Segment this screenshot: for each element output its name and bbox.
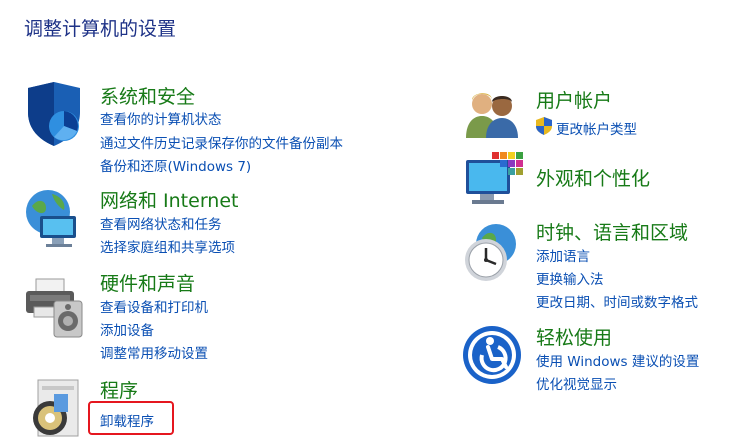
category-title-hardware-sound[interactable]: 硬件和声音 [100,269,195,296]
category-ease-of-access: 轻松使用 使用 Windows 建议的设置 优化视觉显示 [462,323,742,393]
link-add-language[interactable]: 添加语言 [536,245,590,265]
uac-shield-icon [536,117,552,139]
category-appearance: 外观和个性化 [462,152,742,212]
user-accounts-icon [462,88,522,144]
category-title-user-accounts[interactable]: 用户帐户 [536,86,612,113]
link-devices-printers[interactable]: 查看设备和打印机 [100,296,208,316]
link-homegroup-sharing[interactable]: 选择家庭组和共享选项 [100,236,235,256]
link-file-history-backup[interactable]: 通过文件历史记录保存你的文件备份副本 [100,132,343,152]
page-title: 调整计算机的设置 [24,18,177,40]
appearance-monitor-icon [462,152,524,214]
category-title-programs[interactable]: 程序 [100,376,138,403]
highlight-box [88,401,174,435]
category-network-internet: 网络和 Internet 查看网络状态和任务 选择家庭组和共享选项 [24,186,404,262]
category-system-security: 系统和安全 查看你的计算机状态 通过文件历史记录保存你的文件备份副本 备份和还原… [24,82,404,182]
link-date-time-format[interactable]: 更改日期、时间或数字格式 [536,291,698,311]
control-panel-page: 调整计算机的设置 系统和安全 查看你的计算机状态 通过文件历史记录保存你的文件备… [0,0,748,448]
printer-hardware-icon [24,275,86,343]
link-backup-restore[interactable]: 备份和还原(Windows 7) [100,155,251,175]
network-globe-icon [24,188,86,254]
category-title-appearance[interactable]: 外观和个性化 [536,164,650,191]
category-title-clock-region[interactable]: 时钟、语言和区域 [536,218,688,245]
category-user-accounts: 用户帐户 更改帐户类型 [462,86,742,146]
category-hardware-sound: 硬件和声音 查看设备和打印机 添加设备 调整常用移动设置 [24,269,404,365]
link-recommended-settings[interactable]: 使用 Windows 建议的设置 [536,350,699,370]
category-title-ease-of-access[interactable]: 轻松使用 [536,323,612,350]
clock-globe-icon [462,222,524,288]
link-view-computer-status[interactable]: 查看你的计算机状态 [100,108,222,128]
programs-disc-icon [24,378,82,444]
link-view-network-status[interactable]: 查看网络状态和任务 [100,213,222,233]
link-change-input-method[interactable]: 更换输入法 [536,268,604,288]
category-title-network-internet[interactable]: 网络和 Internet [100,186,238,213]
category-programs: 程序 卸载程序 [24,376,404,442]
link-mobility-settings[interactable]: 调整常用移动设置 [100,342,208,362]
security-shield-icon [24,82,82,152]
category-clock-region: 时钟、语言和区域 添加语言 更换输入法 更改日期、时间或数字格式 [462,218,742,314]
ease-of-access-icon [462,325,522,389]
category-title-system-security[interactable]: 系统和安全 [100,82,195,109]
link-optimize-visual-display[interactable]: 优化视觉显示 [536,373,617,393]
link-change-account-type[interactable]: 更改帐户类型 [556,118,637,138]
link-add-device[interactable]: 添加设备 [100,319,154,339]
